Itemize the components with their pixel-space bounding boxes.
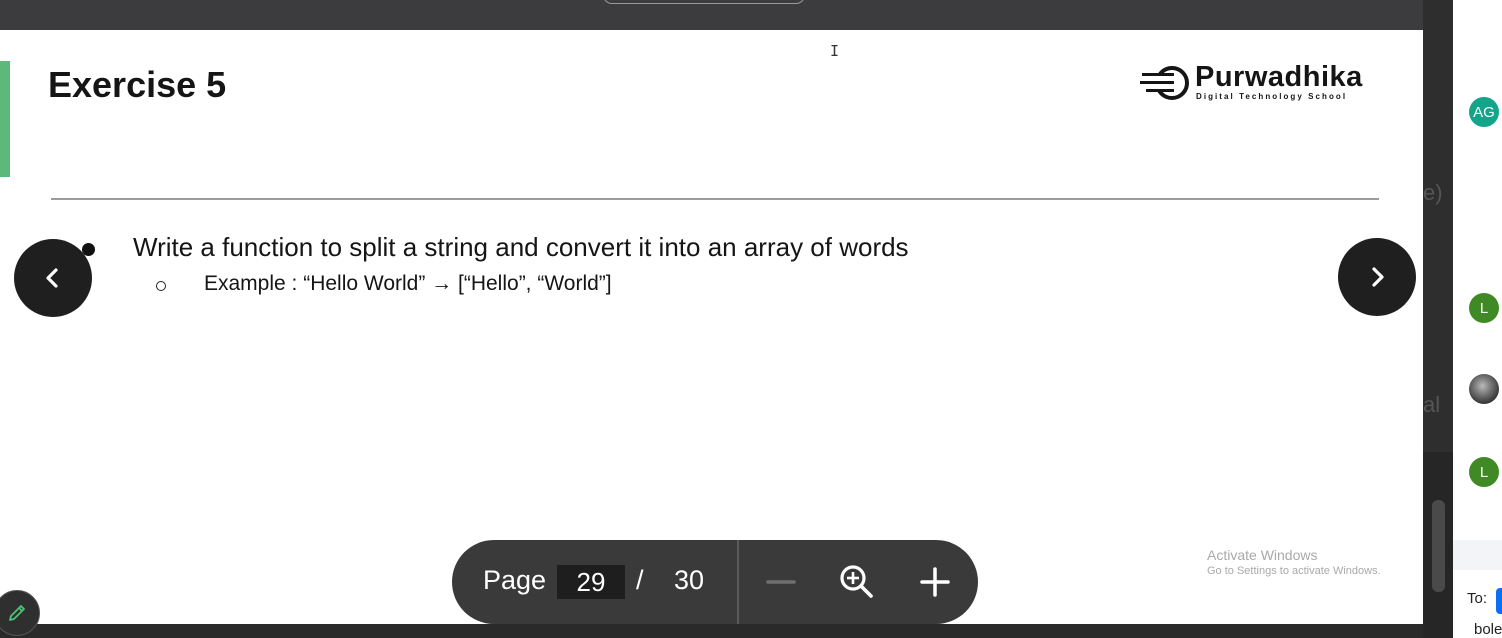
minus-icon — [766, 580, 796, 584]
zoom-out-button[interactable] — [760, 561, 802, 603]
title-divider — [51, 198, 1379, 200]
page-controls: Page / 30 — [452, 540, 978, 624]
plus-icon — [920, 567, 950, 597]
activate-windows-title: Activate Windows — [1207, 547, 1318, 563]
purwadhika-logo: Purwadhika Digital Technology School — [1140, 61, 1380, 106]
top-toolbar-pill[interactable] — [603, 0, 805, 4]
page-separator: / — [636, 565, 644, 595]
avatar[interactable]: L — [1469, 457, 1499, 487]
page-controls-divider — [737, 540, 739, 624]
chevron-right-icon — [1372, 267, 1384, 287]
text-cursor-icon: I — [830, 42, 840, 60]
slide-canvas: Exercise 5 Purwadhika Digital Technology… — [0, 30, 1423, 624]
previous-slide-button[interactable] — [14, 239, 92, 317]
top-toolbar — [0, 0, 1423, 30]
bullet-text: Write a function to split a string and c… — [133, 232, 909, 262]
pencil-icon — [9, 605, 25, 621]
activate-windows-watermark: Activate Windows Go to Settings to activ… — [1207, 547, 1381, 577]
avatar[interactable]: L — [1469, 293, 1499, 323]
sub-bullet-circle — [156, 281, 166, 291]
gutter-text-bottom: al — [1423, 392, 1441, 417]
chat-message-text: bole — [1474, 621, 1502, 638]
page-total: 30 — [674, 565, 705, 595]
page-label: Page — [483, 565, 547, 595]
bottom-strip — [0, 624, 1453, 638]
chat-recipient-select[interactable] — [1496, 588, 1502, 614]
chat-divider — [1453, 540, 1502, 570]
logo-name: Purwadhika — [1195, 61, 1363, 93]
chevron-left-icon — [46, 268, 58, 288]
next-slide-button[interactable] — [1338, 238, 1416, 316]
activate-windows-subtitle: Go to Settings to activate Windows. — [1207, 565, 1381, 577]
chat-to-label: To: — [1467, 590, 1488, 607]
zoom-in-icon — [840, 565, 873, 598]
participants-panel: AG L L To: bole — [1453, 0, 1502, 638]
logo-tagline: Digital Technology School — [1196, 92, 1348, 101]
zoom-in-button[interactable] — [914, 561, 956, 603]
title-accent-bar — [0, 61, 10, 177]
slide-title: Exercise 5 — [48, 64, 227, 105]
purwadhika-logo-icon — [1140, 66, 1189, 100]
sub-bullet-text: Example : “Hello World” → [“Hello”, “Wor… — [204, 272, 612, 295]
zoom-reset-button[interactable] — [836, 561, 878, 603]
scrollbar-thumb[interactable] — [1432, 500, 1445, 592]
gutter-text-top: e) — [1423, 180, 1443, 205]
avatar-photo[interactable] — [1469, 374, 1499, 404]
avatar[interactable]: AG — [1469, 97, 1499, 127]
page-number-input[interactable] — [557, 565, 625, 599]
